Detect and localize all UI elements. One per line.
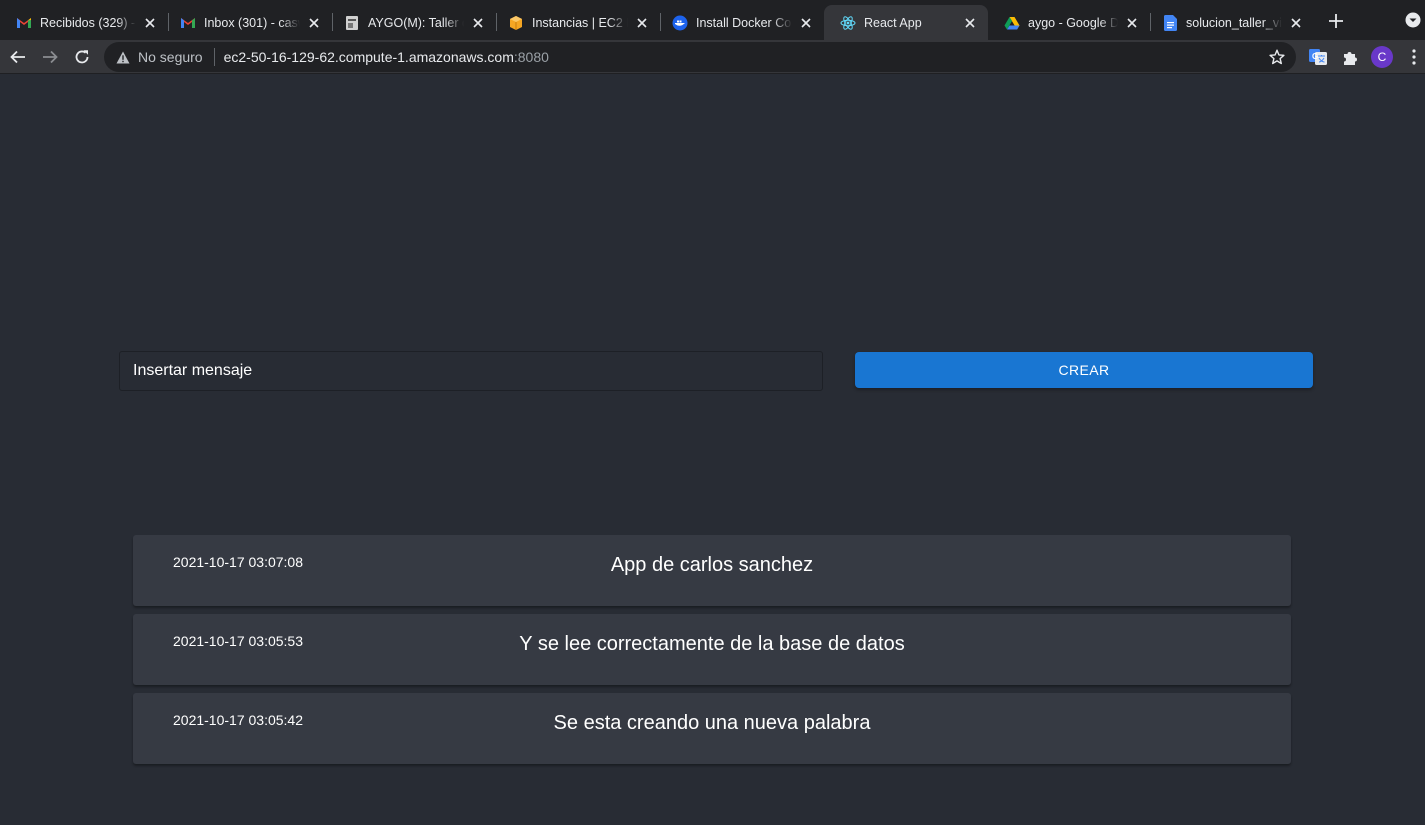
- chevron-down-icon: [1405, 12, 1421, 28]
- tab-title: AYGO(M): Taller de: [368, 15, 464, 30]
- close-tab-icon[interactable]: [470, 15, 486, 31]
- new-tab-button[interactable]: [1325, 10, 1347, 32]
- tab-title: solucion_taller_vi: [1186, 15, 1282, 30]
- tab-title: Inbox (301) - casw: [204, 15, 300, 30]
- address-divider: [213, 48, 215, 66]
- reload-icon: [75, 50, 89, 64]
- message-text: Se esta creando una nueva palabra: [553, 712, 871, 734]
- message-text: App de carlos sanchez: [610, 554, 814, 576]
- tab-title: React App: [864, 15, 922, 30]
- page-content: CREAR 2021-10-17 03:07:08 App de carlos …: [0, 75, 1425, 825]
- docker-icon: [672, 15, 688, 31]
- back-arrow-icon: [10, 50, 25, 64]
- message-card: 2021-10-17 03:05:53 Y se lee correctamen…: [133, 614, 1291, 685]
- google-drive-icon: [1004, 15, 1020, 31]
- tab-aygo-taller[interactable]: AYGO(M): Taller de: [328, 5, 496, 40]
- back-button[interactable]: [6, 45, 30, 69]
- tab-react-app[interactable]: React App: [824, 5, 988, 40]
- tab-search-button[interactable]: [1404, 11, 1422, 29]
- tab-install-docker[interactable]: Install Docker Com: [656, 5, 824, 40]
- tab-recibidos[interactable]: Recibidos (329) - c: [0, 5, 168, 40]
- tab-inbox[interactable]: Inbox (301) - casw: [164, 5, 332, 40]
- browser-menu-icon[interactable]: [1405, 47, 1423, 67]
- close-tab-icon[interactable]: [306, 15, 322, 31]
- close-tab-icon[interactable]: [142, 15, 158, 31]
- tab-title: Recibidos (329) - c: [40, 15, 136, 30]
- close-tab-icon[interactable]: [962, 15, 978, 31]
- google-translate-icon[interactable]: G: [1308, 47, 1328, 67]
- google-docs-icon: [1162, 14, 1178, 31]
- url-host: ec2-50-16-129-62.compute-1.amazonaws.com: [223, 49, 514, 65]
- address-bar[interactable]: No seguro ec2-50-16-129-62.compute-1.ama…: [104, 42, 1296, 72]
- tab-google-drive[interactable]: aygo - Google Dri: [988, 5, 1150, 40]
- browser-toolbar: No seguro ec2-50-16-129-62.compute-1.ama…: [0, 40, 1425, 74]
- tab-solucion-taller[interactable]: solucion_taller_vi: [1146, 5, 1314, 40]
- tab-instancias-ec2[interactable]: Instancias | EC2 M: [492, 5, 660, 40]
- close-tab-icon[interactable]: [634, 15, 650, 31]
- message-text: Y se lee correctamente de la base de dat…: [519, 633, 905, 655]
- url-port: :8080: [513, 49, 549, 65]
- tab-strip: Recibidos (329) - c Inbox (301) - casw A…: [0, 0, 1425, 40]
- tab-title: aygo - Google Dri: [1028, 15, 1118, 30]
- message-card: 2021-10-17 03:07:08 App de carlos sanche…: [133, 535, 1291, 606]
- svg-text:G: G: [1312, 52, 1318, 61]
- gmail-icon: [16, 15, 32, 31]
- close-tab-icon[interactable]: [798, 15, 814, 31]
- aws-icon: [508, 15, 524, 31]
- create-button[interactable]: CREAR: [855, 352, 1313, 388]
- reload-button[interactable]: [70, 45, 94, 69]
- profile-initial: C: [1377, 50, 1387, 64]
- message-input[interactable]: [119, 351, 823, 391]
- forward-button[interactable]: [38, 45, 62, 69]
- security-label[interactable]: No seguro: [138, 49, 203, 65]
- warning-icon[interactable]: [115, 49, 131, 65]
- moodle-icon: [344, 15, 360, 31]
- close-tab-icon[interactable]: [1124, 15, 1140, 31]
- tab-title: Install Docker Com: [696, 15, 792, 30]
- gmail-icon: [180, 15, 196, 31]
- tab-title: Instancias | EC2 M: [532, 15, 628, 30]
- close-tab-icon[interactable]: [1288, 15, 1304, 31]
- plus-icon: [1329, 14, 1343, 28]
- forward-arrow-icon: [43, 50, 58, 64]
- profile-avatar[interactable]: C: [1371, 46, 1393, 68]
- message-card: 2021-10-17 03:05:42 Se esta creando una …: [133, 693, 1291, 764]
- react-icon: [840, 15, 856, 31]
- extensions-puzzle-icon[interactable]: [1340, 47, 1360, 67]
- bookmark-star-icon[interactable]: [1268, 48, 1286, 66]
